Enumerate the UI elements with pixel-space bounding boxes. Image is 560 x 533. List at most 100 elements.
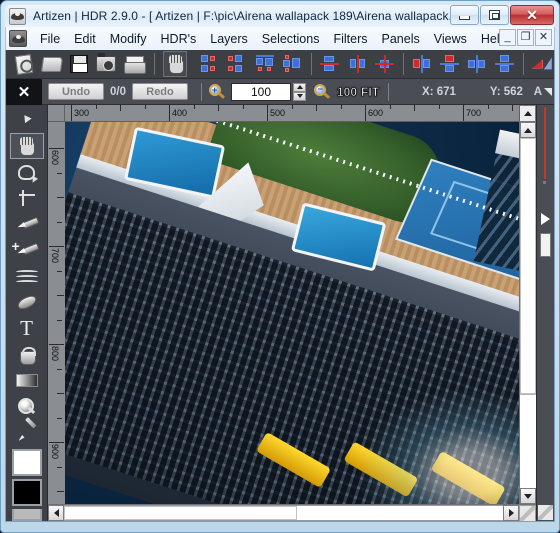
- gradient-shape-icon[interactable]: [530, 51, 554, 77]
- toolbar-separator-4: [522, 53, 524, 75]
- print-icon[interactable]: [122, 51, 146, 77]
- text-tool[interactable]: T: [10, 316, 44, 342]
- minimize-icon: [459, 16, 470, 20]
- clone-brush-tool[interactable]: +: [10, 237, 44, 263]
- horizontal-ruler[interactable]: 300 400 500 600 700: [65, 105, 519, 122]
- scrollbar-right-button[interactable]: [503, 505, 519, 521]
- zoom-stepper[interactable]: [293, 82, 306, 101]
- background-color-swatch[interactable]: [11, 479, 42, 507]
- vertical-ruler[interactable]: 600 700 800 900: [48, 122, 65, 504]
- application-window: Artizen | HDR 2.9.0 - [ Artizen | F:\pic…: [0, 0, 560, 533]
- options-toolbar-right: A: [534, 79, 554, 105]
- menu-item-selections[interactable]: Selections: [255, 30, 327, 48]
- ruler-h-label: 700: [466, 108, 482, 118]
- vertical-scroll-track[interactable]: [520, 138, 536, 488]
- align-center-horizontal-icon[interactable]: [226, 51, 250, 77]
- close-button[interactable]: ✕: [510, 5, 554, 25]
- editor-body: + T 300 400 500 600 700 600 700 800 900: [6, 105, 554, 522]
- extra-color-swatch[interactable]: [11, 509, 42, 522]
- save-floppy-icon[interactable]: [67, 51, 91, 77]
- align-right-icon[interactable]: [253, 51, 277, 77]
- canvas-row: 600 700 800 900: [48, 122, 536, 504]
- dock-panel-slot[interactable]: [540, 233, 551, 257]
- scrollbar-left-button[interactable]: [48, 505, 64, 521]
- minimize-button[interactable]: [450, 5, 479, 25]
- scroll-up-button[interactable]: [519, 105, 536, 122]
- close-document-button[interactable]: ✕: [6, 78, 42, 105]
- crop-tool[interactable]: [10, 185, 44, 211]
- image-canvas[interactable]: [65, 122, 519, 504]
- scrollbar-down-button[interactable]: [520, 488, 536, 504]
- open-image-icon[interactable]: [12, 51, 36, 77]
- align-bottom-icon[interactable]: [373, 51, 397, 77]
- scrollbar-up-button[interactable]: [520, 122, 536, 138]
- maximize-button[interactable]: [480, 5, 509, 25]
- menu-item-file[interactable]: File: [33, 30, 67, 48]
- document-eye-icon: [9, 30, 27, 47]
- ruler-v-label: 700: [50, 248, 60, 264]
- foreground-color-swatch[interactable]: [11, 449, 42, 477]
- menu-item-layers[interactable]: Layers: [203, 30, 255, 48]
- undo-button[interactable]: Undo: [48, 83, 104, 100]
- zoom-fit-button[interactable]: FIT: [361, 84, 380, 99]
- distribute-right-icon[interactable]: [465, 51, 489, 77]
- horizontal-scroll-thumb[interactable]: [64, 506, 297, 520]
- close-icon: ✕: [526, 7, 538, 23]
- zoom-stepper-down[interactable]: [293, 91, 306, 101]
- horizontal-scrollbar[interactable]: [48, 504, 536, 522]
- lasso-select-tool[interactable]: [10, 159, 44, 185]
- redo-button[interactable]: Redo: [132, 83, 188, 100]
- document-minimize-button[interactable]: _: [499, 29, 516, 46]
- vertical-scroll-page[interactable]: [520, 393, 536, 488]
- distribute-horizontal-icon[interactable]: [492, 51, 516, 77]
- menu-item-edit[interactable]: Edit: [67, 30, 103, 48]
- menu-item-views[interactable]: Views: [427, 30, 474, 48]
- eraser-tool[interactable]: [10, 290, 44, 316]
- align-distribute-icon[interactable]: [281, 51, 305, 77]
- ruler-corner: [48, 105, 65, 122]
- dock-resize-grip[interactable]: [538, 505, 553, 520]
- align-middle-vertical-icon[interactable]: [346, 51, 370, 77]
- paint-bucket-tool[interactable]: [10, 342, 44, 368]
- zoom-out-icon[interactable]: −: [314, 83, 331, 100]
- zoom-in-icon[interactable]: +: [209, 83, 226, 100]
- vertical-scroll-thumb[interactable]: [520, 138, 536, 394]
- overflow-chevron-icon[interactable]: [544, 88, 552, 96]
- toolbar-separator-2: [311, 53, 313, 75]
- zoom-tool[interactable]: [10, 394, 44, 420]
- align-left-icon[interactable]: [199, 51, 223, 77]
- zoom-100-button[interactable]: 100: [337, 84, 358, 99]
- menu-item-hdrs[interactable]: HDR's: [154, 30, 204, 48]
- zoom-input[interactable]: 100: [231, 82, 291, 101]
- dock-expand-arrow-icon[interactable]: [541, 213, 550, 225]
- document-close-button[interactable]: ✕: [535, 29, 552, 46]
- zoom-stepper-up[interactable]: [293, 82, 306, 92]
- resize-grip[interactable]: [519, 505, 536, 522]
- distribute-left-icon[interactable]: [410, 51, 434, 77]
- paintbrush-tool[interactable]: [10, 211, 44, 237]
- tool-palette: + T: [6, 105, 48, 522]
- align-top-icon[interactable]: [318, 51, 342, 77]
- open-folder-icon[interactable]: [39, 51, 63, 77]
- history-counter: 0/0: [110, 85, 126, 98]
- horizontal-scroll-track[interactable]: [64, 505, 503, 521]
- vertical-scrollbar[interactable]: [519, 122, 536, 504]
- cursor-coordinates: X: 671 Y: 562: [422, 86, 523, 98]
- eyedropper-tool[interactable]: [10, 420, 44, 446]
- menu-item-filters[interactable]: Filters: [326, 30, 374, 48]
- aerial-photo-cruise-ship: [65, 122, 519, 504]
- distribute-vertical-icon[interactable]: [438, 51, 462, 77]
- ruler-h-label: 400: [172, 108, 188, 118]
- document-restore-button[interactable]: ❐: [517, 29, 534, 46]
- menu-bar: File Edit Modify HDR's Layers Selections…: [5, 27, 555, 50]
- camera-icon[interactable]: [94, 51, 118, 77]
- gradient-tool[interactable]: [10, 368, 44, 394]
- menu-item-modify[interactable]: Modify: [103, 30, 154, 48]
- window-title: Artizen | HDR 2.9.0 - [ Artizen | F:\pic…: [33, 9, 459, 23]
- hand-pan-icon[interactable]: [162, 51, 188, 77]
- menu-item-panels[interactable]: Panels: [375, 30, 427, 48]
- smudge-wave-tool[interactable]: [10, 264, 44, 290]
- move-arrow-tool[interactable]: [10, 107, 44, 133]
- dock-dot-marker: [543, 181, 546, 184]
- hand-pan-tool[interactable]: [9, 133, 44, 160]
